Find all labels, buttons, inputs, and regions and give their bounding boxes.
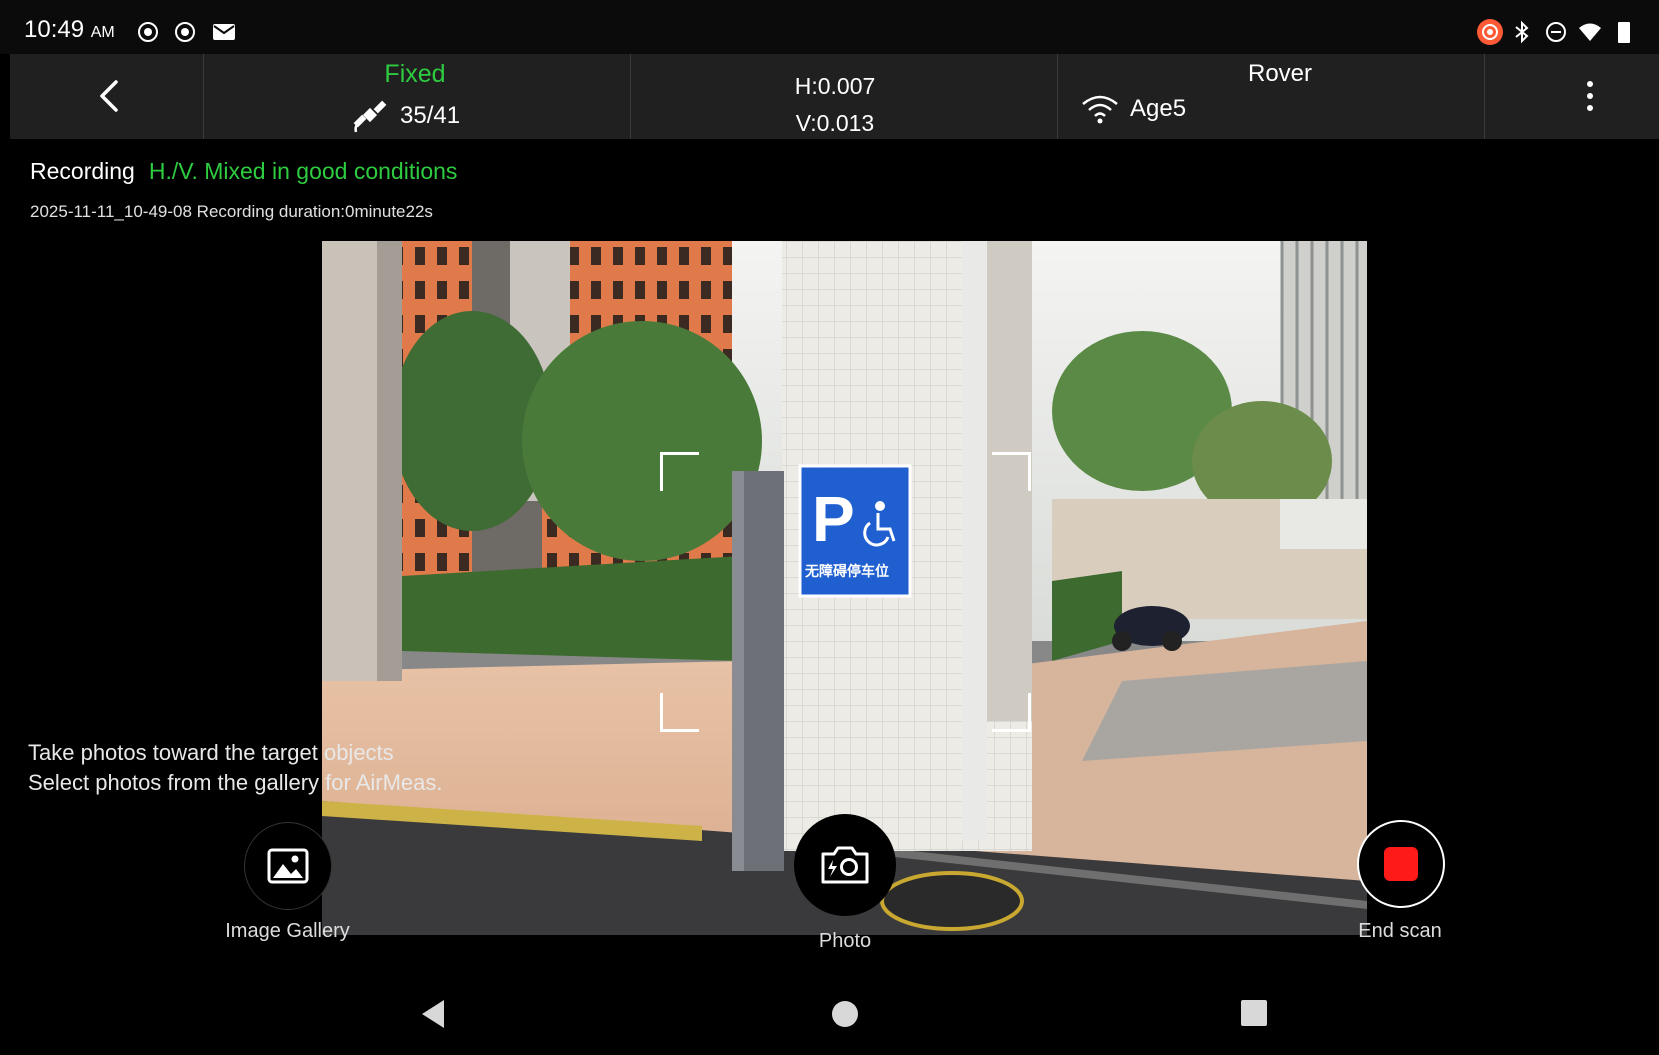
- satellite-count: 35/41: [400, 102, 461, 129]
- satellite-icon: [353, 100, 387, 133]
- recording-meta: 2025-11-11_10-49-08 Recording duration:0…: [30, 202, 433, 221]
- receiver-mode[interactable]: Rover: [1160, 60, 1400, 88]
- parking-sign-text: 无障碍停车位: [804, 563, 889, 580]
- bluetooth-icon: [1515, 20, 1529, 44]
- precision-info[interactable]: H:0.007 V:0.013: [630, 68, 1040, 142]
- hint-line-1: Take photos toward the target objects: [28, 740, 394, 765]
- camera-flash-icon: [821, 846, 869, 884]
- toolbar-divider: [1484, 54, 1485, 139]
- photo-button[interactable]: [794, 814, 896, 916]
- h-precision: H:0.007: [794, 73, 876, 99]
- battery-icon: [1618, 22, 1630, 43]
- correction-age[interactable]: Age5: [1080, 94, 1186, 124]
- recording-label: Recording: [30, 158, 135, 184]
- age-value: Age5: [1130, 95, 1187, 122]
- image-gallery-label: Image Gallery: [225, 920, 350, 942]
- fix-status: Fixed: [384, 60, 446, 88]
- instruction-hint: Take photos toward the target objects Se…: [28, 738, 443, 798]
- stop-icon: [1384, 847, 1418, 881]
- wifi-signal-icon: [1579, 23, 1601, 41]
- focus-bracket-bottom-right: [992, 693, 1031, 732]
- focus-bracket-bottom-left: [660, 693, 699, 732]
- wifi-icon: [1082, 95, 1118, 124]
- end-scan-label: End scan: [1358, 920, 1442, 942]
- status-time-value: 10:49: [24, 16, 85, 43]
- recording-status: Recording H./V. Mixed in good conditions: [30, 158, 457, 185]
- do-not-disturb-icon: [1546, 22, 1566, 42]
- gallery-icon: [267, 848, 309, 884]
- end-scan-button[interactable]: [1357, 820, 1445, 908]
- satellite-info[interactable]: 35/41: [350, 98, 460, 134]
- status-time-ampm: AM: [90, 24, 115, 41]
- toolbar-divider: [1057, 54, 1058, 139]
- more-options-icon[interactable]: [1575, 76, 1605, 116]
- nav-home-icon[interactable]: [830, 999, 860, 1029]
- focus-bracket-top-right: [992, 452, 1031, 491]
- recording-indicator-icon: [1477, 19, 1503, 45]
- target-icon: [175, 22, 195, 42]
- photo-label: Photo: [818, 930, 872, 952]
- recording-quality: H./V. Mixed in good conditions: [148, 158, 458, 184]
- hint-line-2: Select photos from the gallery for AirMe…: [28, 770, 443, 795]
- target-icon: [138, 22, 158, 42]
- status-bar: 10:49 AM: [0, 0, 1659, 54]
- nav-recents-icon[interactable]: [1240, 999, 1268, 1027]
- toolbar-divider: [203, 54, 204, 139]
- parking-sign-letter: P: [812, 483, 855, 555]
- focus-bracket-top-left: [660, 452, 699, 491]
- image-gallery-button[interactable]: [244, 822, 332, 910]
- nav-back-icon[interactable]: [418, 998, 448, 1030]
- back-button[interactable]: [90, 76, 130, 116]
- system-navigation-bar: [0, 980, 1659, 1055]
- status-time: 10:49 AM: [24, 16, 115, 44]
- mail-icon: [213, 24, 235, 40]
- v-precision: V:0.013: [795, 110, 875, 136]
- top-toolbar: Fixed 35/41 H:0.007 V:0.013 Rover Age5: [10, 54, 1659, 139]
